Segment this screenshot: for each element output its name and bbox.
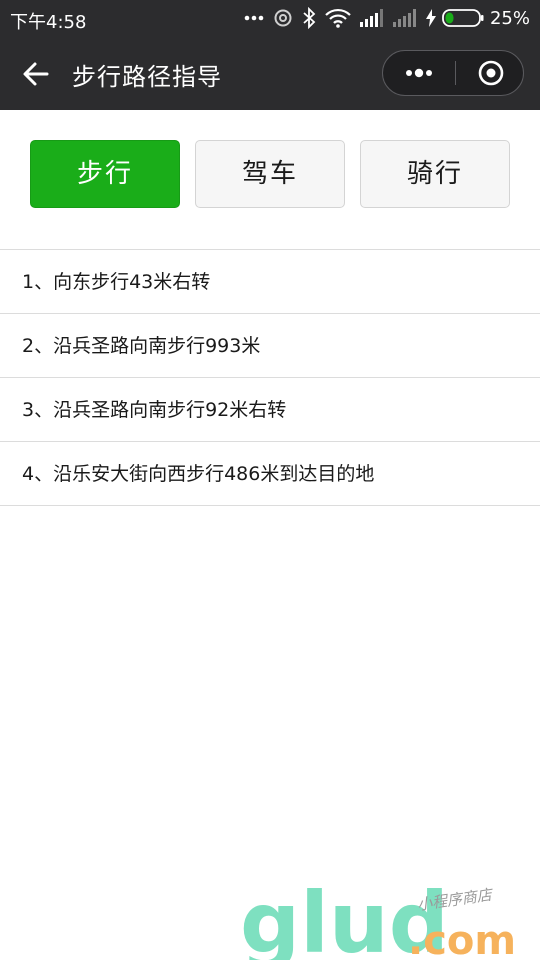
list-item: 1、向东步行43米右转 xyxy=(0,250,540,314)
more-dots-icon xyxy=(244,15,264,21)
nav-bar: 步行路径指导 xyxy=(0,38,540,110)
target-circle-icon xyxy=(478,60,504,86)
more-button[interactable] xyxy=(383,51,455,95)
wifi-icon xyxy=(325,8,351,28)
route-steps-list: 1、向东步行43米右转 2、沿兵圣路向南步行993米 3、沿兵圣路向南步行92米… xyxy=(0,249,540,506)
list-item: 4、沿乐安大街向西步行486米到达目的地 xyxy=(0,442,540,506)
arrow-left-icon xyxy=(23,62,49,86)
list-item: 2、沿兵圣路向南步行993米 xyxy=(0,314,540,378)
cell-signal-icon xyxy=(359,9,383,27)
more-dots-icon xyxy=(406,68,432,78)
cell-signal-icon xyxy=(392,9,416,27)
signal-loop-icon xyxy=(274,9,292,27)
charging-bolt-icon xyxy=(425,9,436,27)
ride-mode-button[interactable]: 骑行 xyxy=(360,140,510,208)
battery-percent: 25% xyxy=(489,7,530,29)
back-button[interactable] xyxy=(20,58,52,90)
bluetooth-icon xyxy=(303,7,316,29)
status-time: 下午4:58 xyxy=(10,12,87,33)
watermark-domain: .com xyxy=(408,918,516,960)
watermark-logo: glud .com 小程序商店 xyxy=(240,880,516,960)
battery-icon xyxy=(442,9,484,27)
status-bar: 下午4:58 25% xyxy=(0,0,540,38)
menu-capsule xyxy=(382,50,524,96)
close-button[interactable] xyxy=(456,51,524,95)
walk-mode-button[interactable]: 步行 xyxy=(30,140,180,208)
list-item: 3、沿兵圣路向南步行92米右转 xyxy=(0,378,540,442)
page-title: 步行路径指导 xyxy=(72,63,222,91)
drive-mode-button[interactable]: 驾车 xyxy=(195,140,345,208)
status-icons: 25% xyxy=(244,7,530,29)
battery-group: 25% xyxy=(425,7,530,29)
